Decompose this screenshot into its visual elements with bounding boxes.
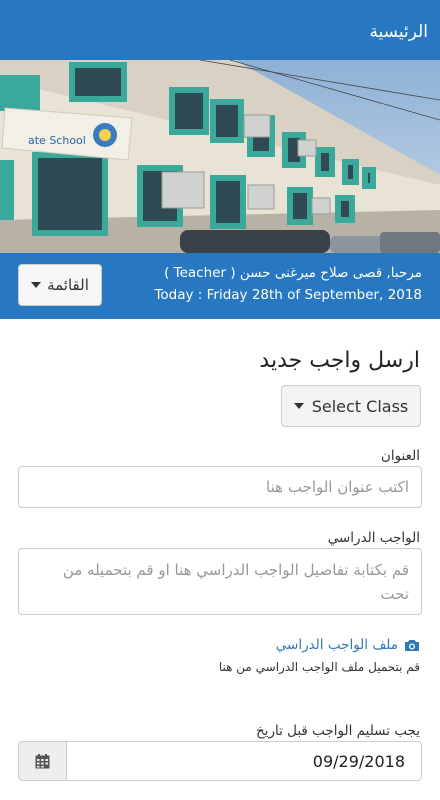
caret-down-icon [31, 282, 42, 288]
user-greeting: مرحبا, قصى صلاح ميرغنى حسن ( Teacher ) [164, 265, 422, 281]
school-sign-text: ate School [28, 134, 86, 147]
select-class-button[interactable]: Select Class [281, 385, 421, 427]
select-class-label: Select Class [311, 396, 409, 416]
upload-file-link[interactable]: ملف الواجب الدراسي [276, 637, 420, 653]
camera-icon [405, 639, 419, 651]
user-info-bar: القائمة مرحبا, قصى صلاح ميرغنى حسن ( Tea… [0, 253, 440, 319]
due-date-group: 09/29/2018 [18, 741, 422, 781]
homework-details-textarea[interactable]: قم بكتابة تفاصيل الواجب الدراسي هنا او ق… [18, 548, 422, 615]
title-placeholder: اكتب عنوان الواجب هنا [266, 478, 409, 496]
today-date: Today : Friday 28th of September, 2018 [154, 287, 422, 303]
menu-button-label: القائمة [47, 276, 89, 294]
top-app-bar: الرئيسية [0, 0, 440, 60]
homework-title-input[interactable]: اكتب عنوان الواجب هنا [18, 466, 422, 508]
caret-down-icon [293, 403, 304, 409]
title-field-label: العنوان [380, 448, 420, 464]
page-title: الرئيسية [369, 22, 428, 42]
due-date-label: يجب تسليم الواجب قبل تاريخ [255, 723, 420, 739]
calendar-button[interactable] [18, 741, 67, 781]
due-date-value: 09/29/2018 [312, 752, 405, 771]
homework-placeholder-line-2: تحت [380, 585, 409, 603]
school-building-illustration: ate School [0, 60, 440, 253]
upload-file-label: ملف الواجب الدراسي [275, 637, 398, 653]
homework-field-label: الواجب الدراسي [327, 530, 420, 546]
due-date-input[interactable]: 09/29/2018 [67, 741, 422, 781]
menu-button[interactable]: القائمة [18, 264, 102, 306]
calendar-icon [35, 753, 50, 768]
school-banner-image: ate School [0, 60, 440, 253]
form-title: ارسل واجب جديد [259, 348, 420, 373]
homework-placeholder-line-1: قم بكتابة تفاصيل الواجب الدراسي هنا او ق… [62, 561, 409, 579]
upload-file-hint: قم بتحميل ملف الواجب الدراسي من هنا [218, 660, 420, 674]
